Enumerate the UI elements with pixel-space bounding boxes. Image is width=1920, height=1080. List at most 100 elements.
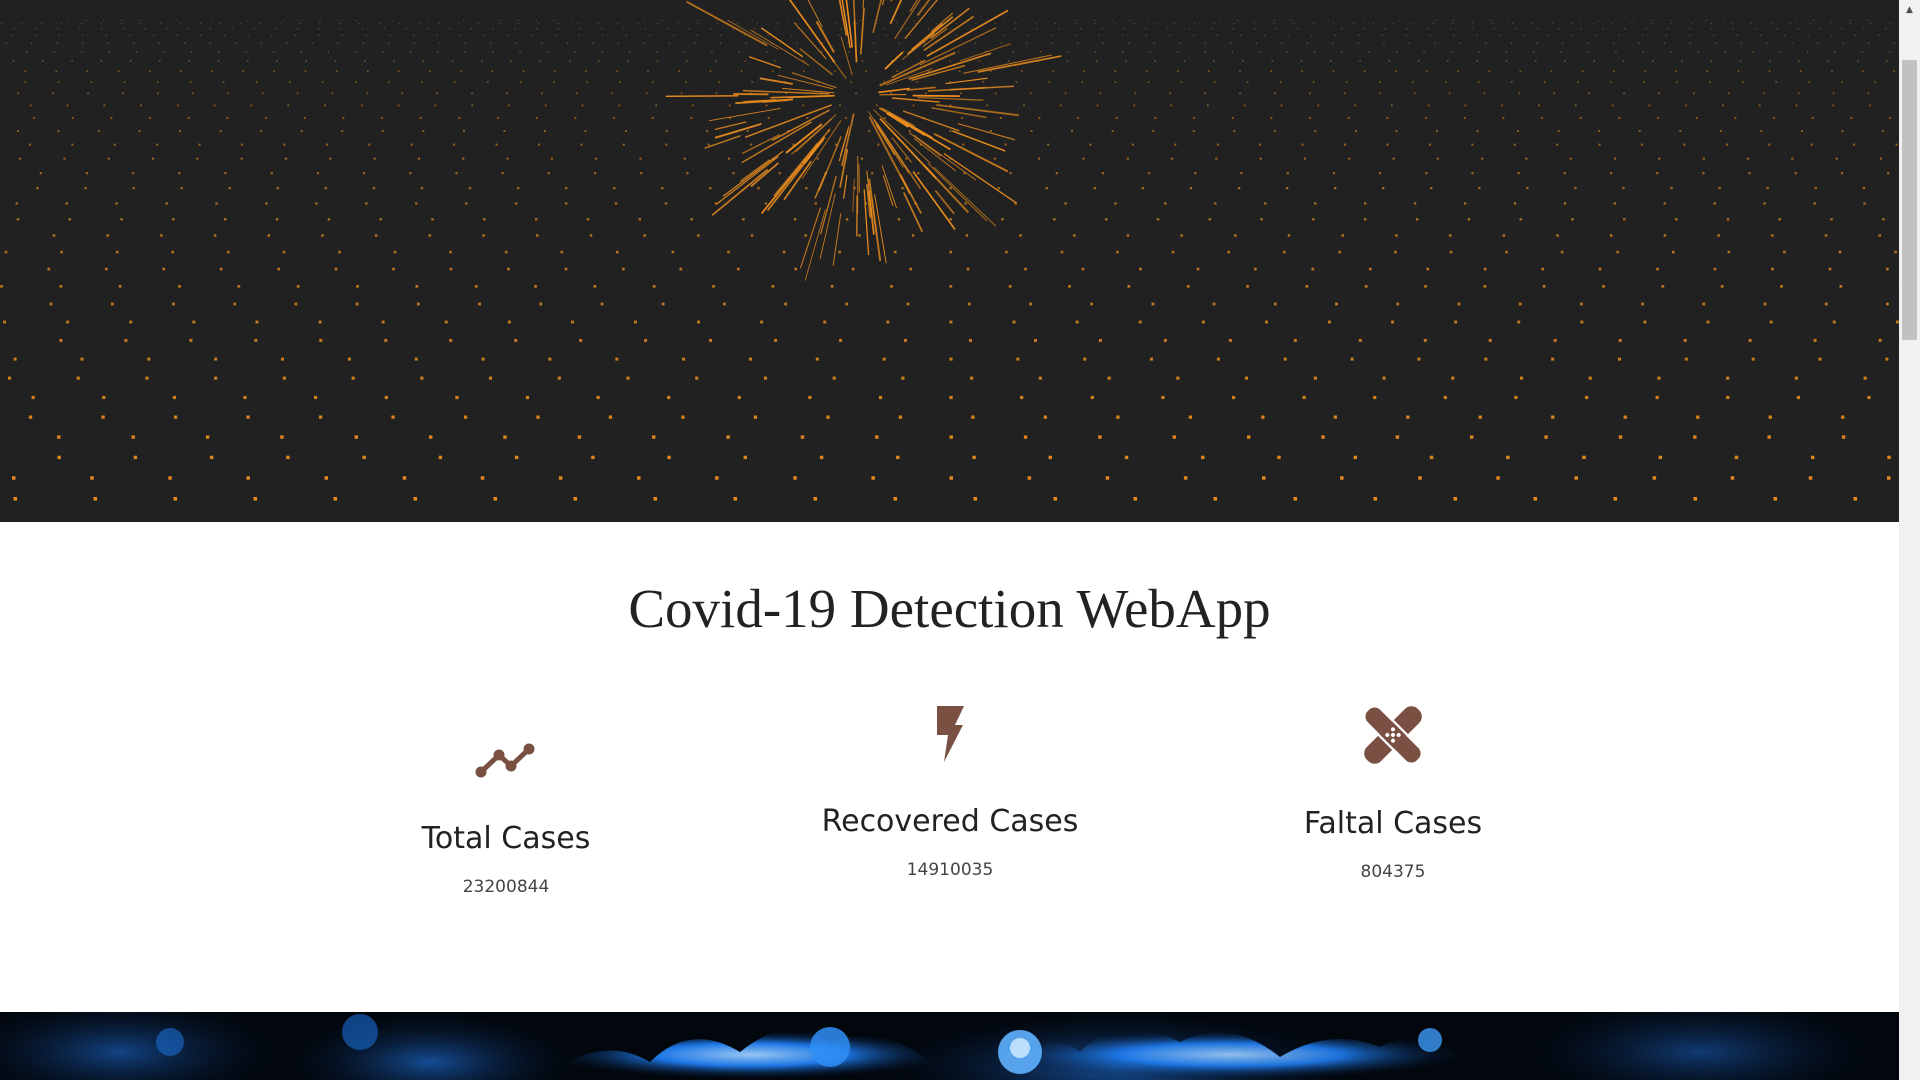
particle-dot — [218, 50, 220, 53]
particle-dot — [1138, 320, 1142, 324]
particle-dot — [896, 70, 899, 72]
particle-dot — [135, 50, 138, 53]
particle-dot — [1170, 104, 1172, 107]
particle-dot — [1379, 172, 1382, 175]
particle-dot — [449, 267, 453, 271]
particle-dot — [1734, 455, 1739, 460]
particle-dot — [464, 42, 466, 44]
particle-dot — [595, 157, 598, 160]
particle-dot — [715, 20, 717, 21]
particle-dot — [1425, 117, 1427, 119]
burst-streak — [931, 107, 987, 119]
particle-dot — [1750, 23, 1752, 25]
particle-dot — [90, 476, 94, 480]
particle-dot — [893, 497, 898, 501]
particle-dot — [1505, 50, 1507, 53]
particle-dot — [1271, 60, 1273, 62]
particle-dot — [33, 117, 35, 119]
burst-streak — [884, 51, 904, 70]
particle-dot — [978, 60, 981, 62]
particle-dot — [1832, 320, 1836, 324]
particle-dot — [1697, 50, 1699, 53]
particle-dot — [215, 202, 218, 205]
particle-dot — [1506, 455, 1510, 460]
particle-dot — [1154, 23, 1156, 25]
particle-dot — [101, 28, 103, 30]
particle-dot — [482, 234, 485, 237]
burst-streak — [943, 152, 1018, 204]
particle-dot — [577, 435, 582, 439]
particle-dot — [673, 34, 675, 36]
particle-dot — [1139, 267, 1142, 271]
particle-dot — [1672, 250, 1675, 254]
particle-dot — [381, 130, 384, 132]
particle-dot — [847, 42, 849, 44]
particle-dot — [1105, 476, 1110, 480]
particle-dot — [1655, 395, 1659, 400]
particle-dot — [972, 455, 976, 460]
particle-dot — [557, 28, 560, 30]
particle-dot — [1511, 81, 1513, 83]
particle-dot — [223, 34, 226, 36]
particle-dot — [985, 20, 987, 21]
particle-dot — [1395, 70, 1397, 72]
particle-dot — [1560, 250, 1564, 254]
particle-dot — [250, 104, 253, 107]
particle-dot — [60, 250, 63, 254]
scroll-up-arrow-icon[interactable]: ▲ — [1899, 0, 1920, 21]
particle-dot — [961, 117, 963, 119]
particle-dot — [1868, 42, 1870, 44]
particle-dot — [451, 60, 454, 62]
particle-dot — [973, 497, 978, 501]
particle-dot — [1471, 20, 1473, 21]
scroll-thumb[interactable] — [1902, 60, 1917, 340]
particle-dot — [3, 320, 6, 324]
particle-dot — [280, 435, 284, 439]
particle-dot — [873, 42, 875, 44]
particle-dot — [15, 202, 18, 205]
particle-dot — [445, 20, 447, 21]
particle-dot — [1556, 234, 1559, 237]
particle-dot — [1517, 130, 1519, 132]
particle-dot — [318, 28, 320, 30]
particle-dot — [858, 234, 861, 237]
particle-dot — [1538, 104, 1540, 107]
particle-dot — [971, 415, 975, 419]
particle-dot — [1434, 42, 1436, 44]
particle-dot — [531, 34, 533, 36]
particle-dot — [1270, 117, 1273, 119]
burst-streak — [977, 55, 1062, 73]
particle-dot — [1071, 130, 1073, 132]
vertical-scrollbar[interactable]: ▲ — [1899, 0, 1920, 1080]
particle-dot — [884, 28, 886, 30]
particle-dot — [657, 23, 659, 25]
particle-dot — [1885, 357, 1889, 361]
particle-dot — [576, 92, 578, 95]
particle-dot — [1164, 202, 1167, 205]
burst-streak — [906, 86, 936, 92]
particle-dot — [417, 157, 420, 160]
burst-streak — [714, 121, 747, 131]
particle-dot — [608, 415, 613, 419]
particle-dot — [419, 117, 422, 119]
particle-dot — [1423, 50, 1425, 53]
particle-dot — [1102, 42, 1104, 44]
particle-dot — [1264, 202, 1267, 205]
particle-dot — [1364, 202, 1367, 205]
particle-dot — [1126, 157, 1129, 160]
particle-dot — [110, 302, 114, 306]
particle-dot — [1643, 81, 1645, 83]
particle-dot — [875, 104, 878, 107]
particle-dot — [709, 70, 712, 72]
particle-dot — [860, 157, 863, 160]
particle-dot — [53, 50, 56, 53]
particle-dot — [1172, 435, 1176, 439]
particle-dot — [1517, 172, 1520, 175]
particle-dot — [1641, 143, 1643, 146]
particle-dot — [1613, 70, 1615, 72]
particle-dot — [224, 218, 227, 221]
particle-dot — [895, 20, 897, 21]
particle-dot — [1147, 81, 1150, 83]
particle-dot — [1301, 143, 1304, 146]
particle-dot — [1813, 202, 1816, 205]
